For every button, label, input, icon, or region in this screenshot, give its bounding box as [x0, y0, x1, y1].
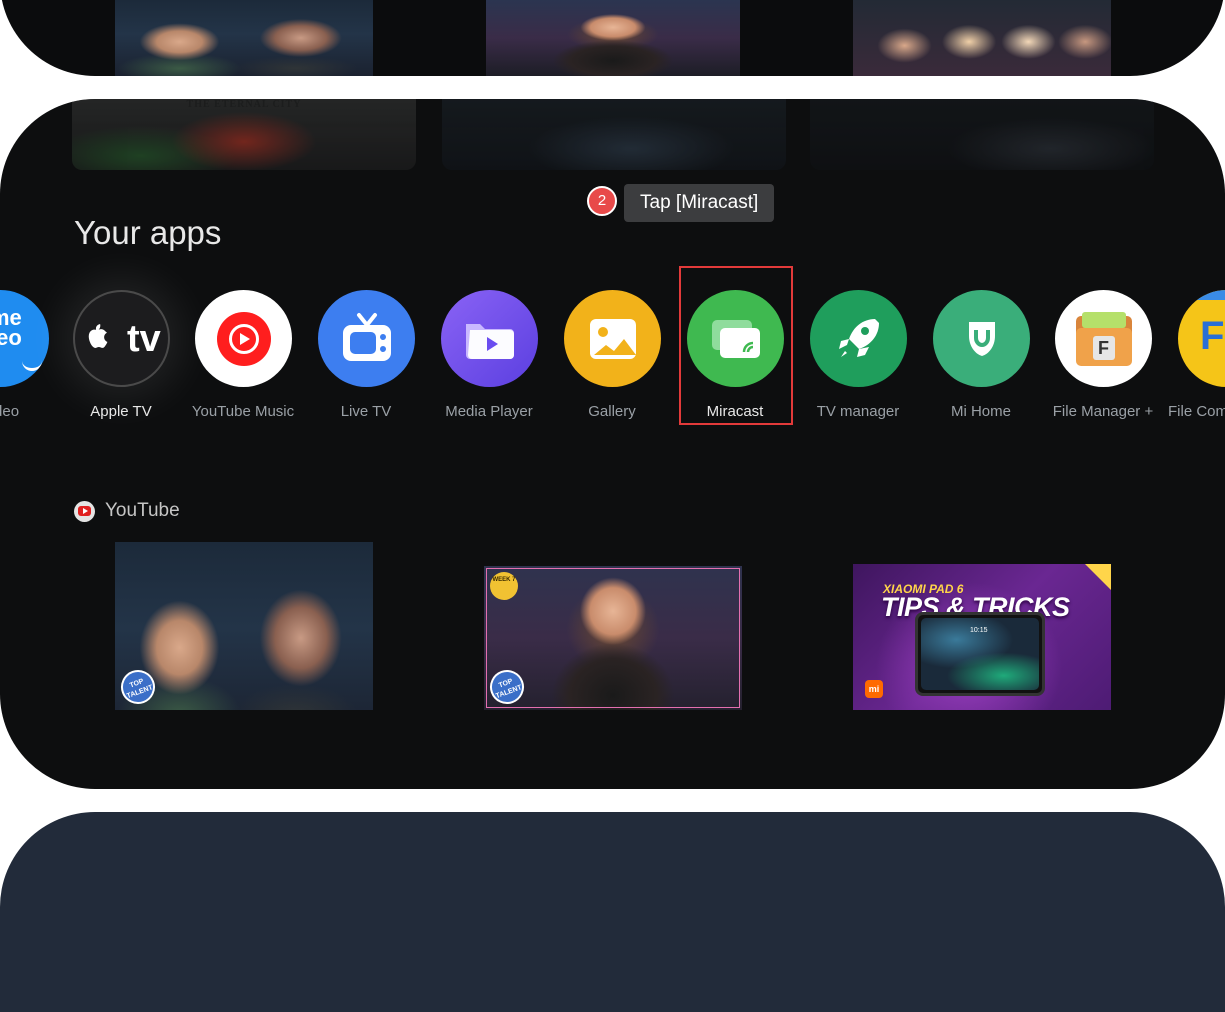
media-player-icon: [441, 290, 538, 387]
video-thumbnail[interactable]: [115, 0, 373, 76]
top-content-panel: [0, 0, 1225, 76]
video-thumbnail[interactable]: [853, 0, 1111, 76]
movie-thumbnail[interactable]: THE ETERNAL CITY: [72, 99, 416, 170]
mi-home-icon: [933, 290, 1030, 387]
youtube-logo-icon: [74, 500, 95, 522]
instruction-tooltip: Tap [Miracast]: [624, 184, 775, 222]
youtube-music-icon: [195, 290, 292, 387]
mi-logo-icon: mi: [865, 680, 883, 698]
app-label: File Com: [1168, 403, 1225, 420]
youtube-video-thumbnail[interactable]: TOP TALENT: [115, 542, 373, 734]
thumbnail-title: THE ETERNAL CITY: [186, 99, 302, 110]
step-number-badge: 2: [587, 186, 617, 216]
bottom-panel: [0, 812, 1225, 1012]
youtube-video-thumbnail[interactable]: XIAOMI PAD 6 TIPS & TRICKS 10:15 mi: [853, 542, 1111, 734]
youtube-section-title: YouTube: [105, 500, 180, 521]
file-manager-icon: F: [1055, 290, 1152, 387]
youtube-section-header: YouTube: [74, 500, 180, 522]
television-icon: [342, 312, 391, 361]
tablet-image: 10:15: [915, 612, 1045, 696]
rocket-icon: [838, 318, 879, 357]
photo-icon: [589, 318, 636, 359]
movie-thumbnail[interactable]: [442, 99, 786, 170]
tv-manager-icon: [810, 290, 907, 387]
corner-badge: [1085, 564, 1111, 590]
week-badge: WEEK 7: [490, 572, 518, 600]
app-label: File Manager +: [1052, 403, 1154, 420]
mi-home-logo-icon: [968, 321, 995, 356]
apple-tv-icon: tv: [73, 290, 170, 387]
live-tv-icon: [318, 290, 415, 387]
youtube-video-thumbnail[interactable]: WEEK 7 TOP TALENT: [484, 542, 742, 734]
miracast-highlight-box: [679, 266, 793, 425]
your-apps-title: Your apps: [74, 214, 222, 251]
gallery-icon: [564, 290, 661, 387]
video-thumbnail[interactable]: [486, 0, 740, 76]
movie-thumbnail[interactable]: [810, 99, 1154, 170]
top-talent-badge: TOP TALENT: [116, 665, 160, 709]
play-folder-icon: [465, 323, 514, 359]
